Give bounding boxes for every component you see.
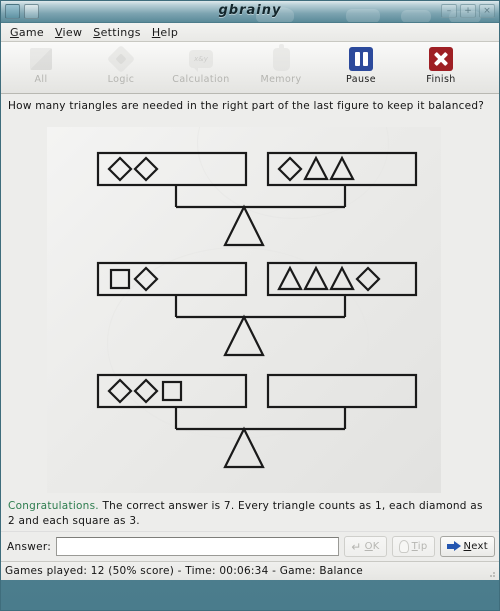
balance-scales-svg <box>96 151 418 469</box>
menu-label: elp <box>160 25 179 39</box>
toolbar-label-calculation: Calculation <box>172 74 230 85</box>
back-arrow-icon: ↵ <box>351 539 362 554</box>
menu-item-game[interactable]: Game <box>6 25 51 40</box>
toolbar-label-finish: Finish <box>426 74 456 85</box>
menu-mnemonic: S <box>93 25 101 39</box>
menu-label: ame <box>18 25 44 39</box>
toolbar-button-logic[interactable]: Logic <box>81 44 161 85</box>
menu-item-settings[interactable]: Settings <box>89 25 148 40</box>
feedback-text: Congratulations. The correct answer is 7… <box>1 497 499 531</box>
toolbar-label-pause: Pause <box>346 74 376 85</box>
calculation-icon: x&y <box>187 45 215 73</box>
toolbar-button-pause[interactable]: Pause <box>321 45 401 85</box>
menu-mnemonic: V <box>54 25 63 39</box>
lightbulb-icon <box>398 540 409 553</box>
gbrainy-window: gbrainy – + × Game View Settings Help Al… <box>0 0 500 611</box>
tip-button[interactable]: Tip <box>391 536 435 557</box>
menu-label: iew <box>62 25 83 39</box>
tip-label: ip <box>417 541 428 552</box>
close-button[interactable]: × <box>479 4 495 18</box>
pause-icon <box>347 45 375 73</box>
resize-grip-icon[interactable] <box>485 567 496 578</box>
toolbar-button-finish[interactable]: Finish <box>401 45 481 85</box>
puzzle-canvas <box>47 127 441 493</box>
title-bar: gbrainy – + × <box>1 1 499 23</box>
menu-label: ettings <box>100 25 141 39</box>
toolbar-label-logic: Logic <box>107 74 135 85</box>
toolbar-label-all: All <box>34 74 48 85</box>
next-button[interactable]: Next <box>439 536 495 557</box>
window-buttons: – + × <box>441 4 495 18</box>
next-label: ext <box>471 541 488 552</box>
question-text: How many triangles are needed in the rig… <box>1 94 499 124</box>
all-icon <box>27 45 55 73</box>
toolbar-button-calculation[interactable]: x&y Calculation <box>161 45 241 85</box>
answer-input[interactable] <box>56 537 340 556</box>
maximize-button[interactable]: + <box>460 4 476 18</box>
puzzle-area <box>1 124 499 497</box>
status-text: Games played: 12 (50% score) - Time: 00:… <box>5 565 363 577</box>
menu-mnemonic: G <box>10 25 19 39</box>
menu-bar: Game View Settings Help <box>1 23 499 42</box>
ok-label: K <box>372 541 380 552</box>
right-arrow-icon <box>446 541 461 552</box>
toolbar-button-memory[interactable]: Memory <box>241 43 321 85</box>
ok-button[interactable]: ↵ OK <box>344 536 387 557</box>
window-title: gbrainy <box>218 3 282 18</box>
toolbar-label-memory: Memory <box>260 74 302 85</box>
status-bar: Games played: 12 (50% score) - Time: 00:… <box>1 561 499 580</box>
minimize-button[interactable]: – <box>441 4 457 18</box>
menu-item-help[interactable]: Help <box>148 25 185 40</box>
answer-bar: Answer: ↵ OK Tip Next <box>1 531 499 561</box>
calc-icon-text: x&y <box>194 55 208 63</box>
memory-icon <box>267 43 295 73</box>
ok-mnemonic: O <box>364 541 373 552</box>
logic-icon <box>106 44 136 74</box>
toolbar: All Logic x&y Calculation Memory Pause F… <box>1 42 499 94</box>
feedback-prefix: Congratulations. <box>8 500 99 512</box>
answer-label: Answer: <box>7 540 52 553</box>
toolbar-button-all[interactable]: All <box>1 45 81 85</box>
finish-icon <box>427 45 455 73</box>
menu-item-view[interactable]: View <box>51 25 89 40</box>
